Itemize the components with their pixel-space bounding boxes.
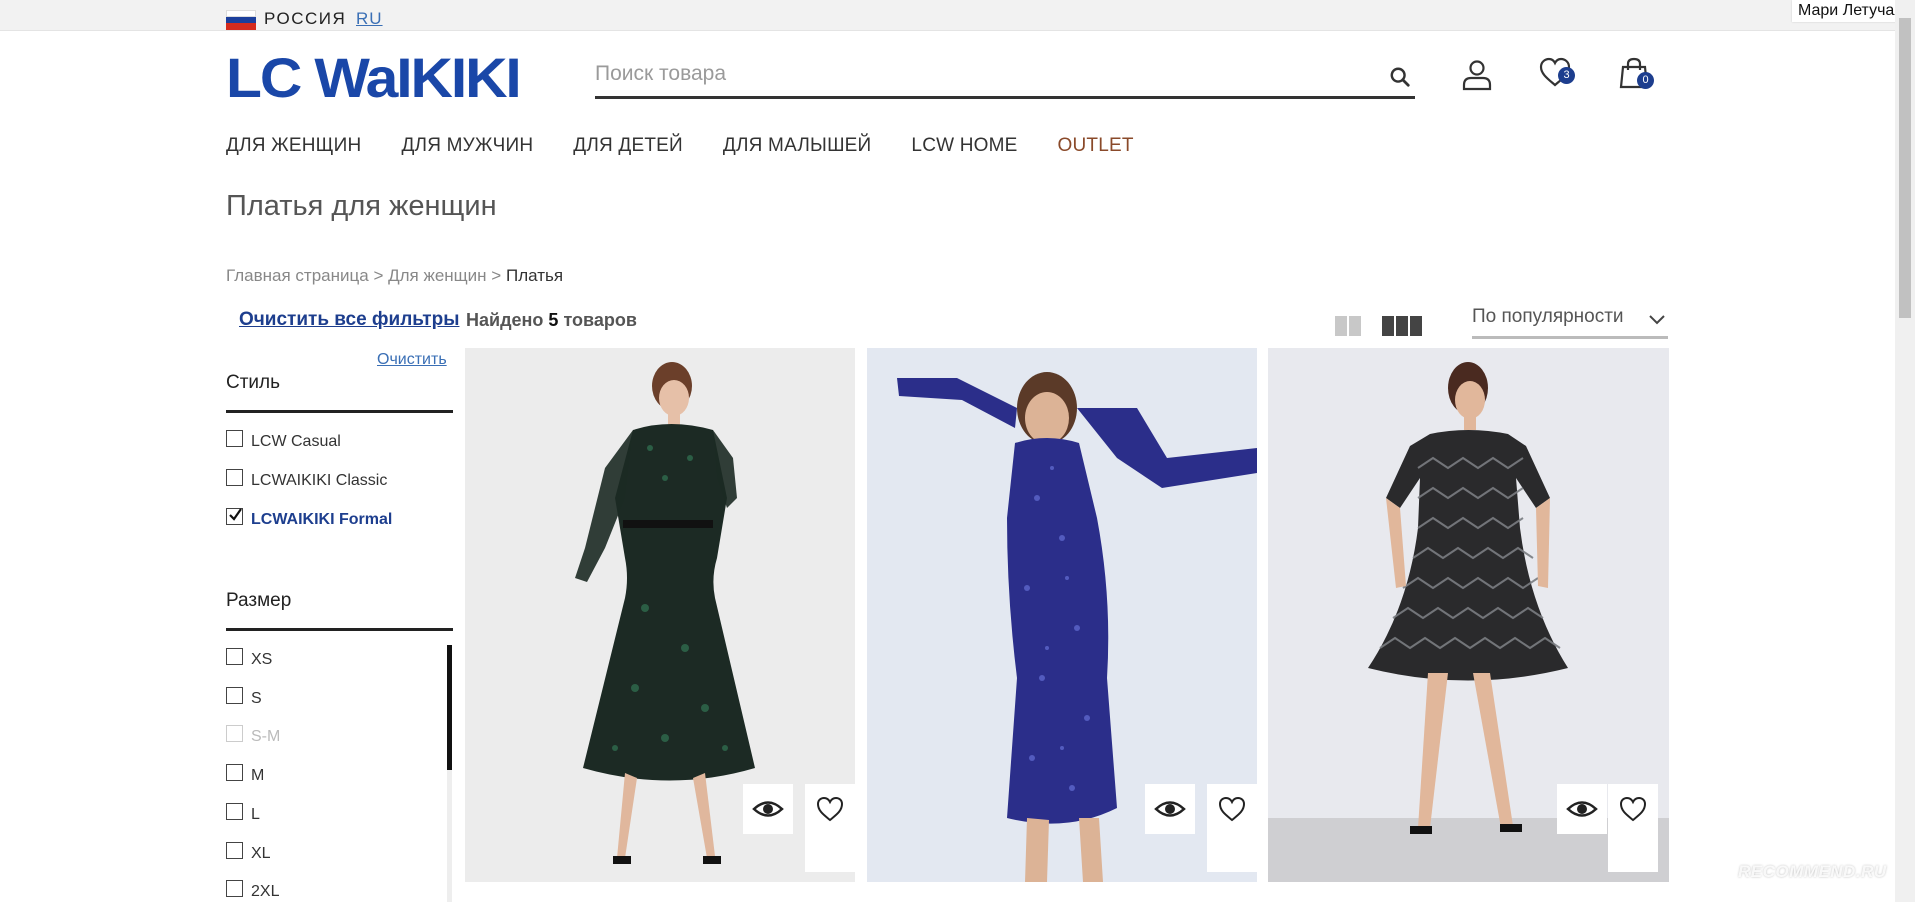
checkbox[interactable] (226, 802, 243, 820)
user-name: Мари Летучая (1792, 0, 1909, 22)
checkbox-checked[interactable] (226, 507, 243, 525)
check-icon (229, 507, 242, 521)
checkbox[interactable] (226, 647, 243, 665)
heart-icon (1218, 796, 1246, 822)
filter-option-label: XS (251, 651, 273, 668)
cart-button[interactable]: 0 (1617, 56, 1657, 92)
filter-size-title: Размер (226, 590, 292, 611)
add-to-favorites-button[interactable] (805, 784, 855, 872)
grid-2-columns-icon[interactable] (1335, 316, 1361, 336)
add-to-favorites-button[interactable] (1608, 784, 1658, 872)
cart-count-badge: 0 (1637, 72, 1654, 89)
nav-men[interactable]: ДЛЯ МУЖЧИН (401, 135, 533, 157)
nav-home[interactable]: LCW HOME (911, 135, 1017, 157)
checkbox-disabled (226, 724, 243, 742)
filter-size-s[interactable]: S (226, 686, 262, 708)
page-scrollbar[interactable] (1895, 0, 1915, 902)
filter-scrollbar-thumb[interactable] (447, 645, 452, 770)
nav-babies[interactable]: ДЛЯ МАЛЫШЕЙ (723, 135, 872, 157)
filter-option-label: LCWAIKIKI Classic (251, 472, 388, 489)
filter-option-label: XL (251, 845, 271, 862)
clear-all-filters-link[interactable]: Очистить все фильтры (239, 309, 459, 331)
filter-option-label: LCW Casual (251, 433, 341, 450)
favorites-button[interactable]: 3 (1538, 56, 1578, 90)
quick-view-button[interactable] (1557, 784, 1607, 834)
results-count: Найдено 5 товаров (466, 310, 637, 331)
checkbox[interactable] (226, 686, 243, 704)
filter-size-2xl[interactable]: 2XL (226, 879, 280, 901)
product-image[interactable] (867, 348, 1257, 882)
grid-3-columns-icon[interactable] (1382, 316, 1422, 336)
page-title: Платья для женщин (226, 190, 497, 222)
breadcrumb-separator: > (373, 266, 384, 285)
checkbox[interactable] (226, 841, 243, 859)
breadcrumb-women[interactable]: Для женщин (388, 266, 486, 285)
filter-option-lcwaikiki-classic[interactable]: LCWAIKIKI Classic (226, 468, 388, 490)
filter-size-m[interactable]: M (226, 763, 265, 785)
filter-option-label: 2XL (251, 883, 280, 900)
product-image[interactable] (465, 348, 855, 882)
checkbox[interactable] (226, 879, 243, 897)
divider (226, 410, 453, 413)
found-count: 5 (548, 310, 559, 330)
eye-icon (1566, 801, 1598, 817)
sort-dropdown[interactable]: По популярности (1472, 306, 1668, 339)
found-prefix: Найдено (466, 310, 544, 330)
filter-size-l[interactable]: L (226, 802, 260, 824)
top-bar: РОССИЯ RU (0, 0, 1895, 31)
breadcrumb-separator: > (491, 266, 502, 285)
nav-outlet[interactable]: OUTLET (1058, 135, 1134, 157)
user-icon[interactable] (1460, 58, 1494, 92)
flag-russia-icon (226, 10, 256, 31)
heart-icon (1619, 796, 1647, 822)
breadcrumb-home[interactable]: Главная страница (226, 266, 369, 285)
site-logo[interactable]: LC WaIKIKI (226, 50, 522, 106)
eye-icon (752, 801, 784, 817)
filter-style-title: Стиль (226, 372, 281, 393)
sort-label: По популярности (1472, 306, 1624, 327)
product-card[interactable] (867, 348, 1257, 882)
favorites-count-badge: 3 (1558, 67, 1575, 84)
filter-option-label: M (251, 767, 265, 784)
nav-kids[interactable]: ДЛЯ ДЕТЕЙ (573, 135, 683, 157)
breadcrumb-current: Платья (505, 266, 564, 285)
filter-option-lcwaikiki-formal[interactable]: LCWAIKIKI Formal (226, 507, 393, 529)
clear-style-filter-link[interactable]: Очистить (377, 351, 447, 369)
filter-size-s-m: S-M (226, 724, 281, 746)
filter-option-label: S-M (251, 728, 281, 745)
breadcrumb: Главная страница > Для женщин > Платья (226, 266, 563, 286)
filter-option-label: LCWAIKIKI Formal (251, 511, 393, 528)
search-input[interactable] (595, 58, 1355, 90)
filter-option-lcw-casual[interactable]: LCW Casual (226, 429, 341, 451)
language-link[interactable]: RU (356, 9, 383, 29)
filter-scrollbar[interactable] (447, 645, 452, 902)
filter-size-xl[interactable]: XL (226, 841, 271, 863)
heart-icon (816, 796, 844, 822)
add-to-favorites-button[interactable] (1207, 784, 1257, 872)
quick-view-button[interactable] (743, 784, 793, 834)
nav-women[interactable]: ДЛЯ ЖЕНЩИН (226, 135, 361, 157)
filter-size-xs[interactable]: XS (226, 647, 273, 669)
product-card[interactable] (465, 348, 855, 882)
checkbox[interactable] (226, 763, 243, 781)
eye-icon (1154, 801, 1186, 817)
country-label[interactable]: РОССИЯ (264, 9, 346, 29)
product-card[interactable] (1268, 348, 1669, 882)
main-nav: ДЛЯ ЖЕНЩИН ДЛЯ МУЖЧИН ДЛЯ ДЕТЕЙ ДЛЯ МАЛЫ… (226, 135, 1174, 157)
quick-view-button[interactable] (1145, 784, 1195, 834)
filter-option-label: S (251, 690, 262, 707)
search-icon[interactable] (1389, 66, 1411, 88)
checkbox[interactable] (226, 468, 243, 486)
found-suffix: товаров (563, 310, 637, 330)
filter-option-label: L (251, 806, 260, 823)
checkbox[interactable] (226, 429, 243, 447)
search-bar (595, 58, 1415, 99)
divider (226, 628, 453, 631)
chevron-down-icon (1649, 315, 1665, 325)
watermark: RECOMMEND.RU (1738, 862, 1887, 881)
page-scrollbar-thumb[interactable] (1899, 18, 1911, 318)
